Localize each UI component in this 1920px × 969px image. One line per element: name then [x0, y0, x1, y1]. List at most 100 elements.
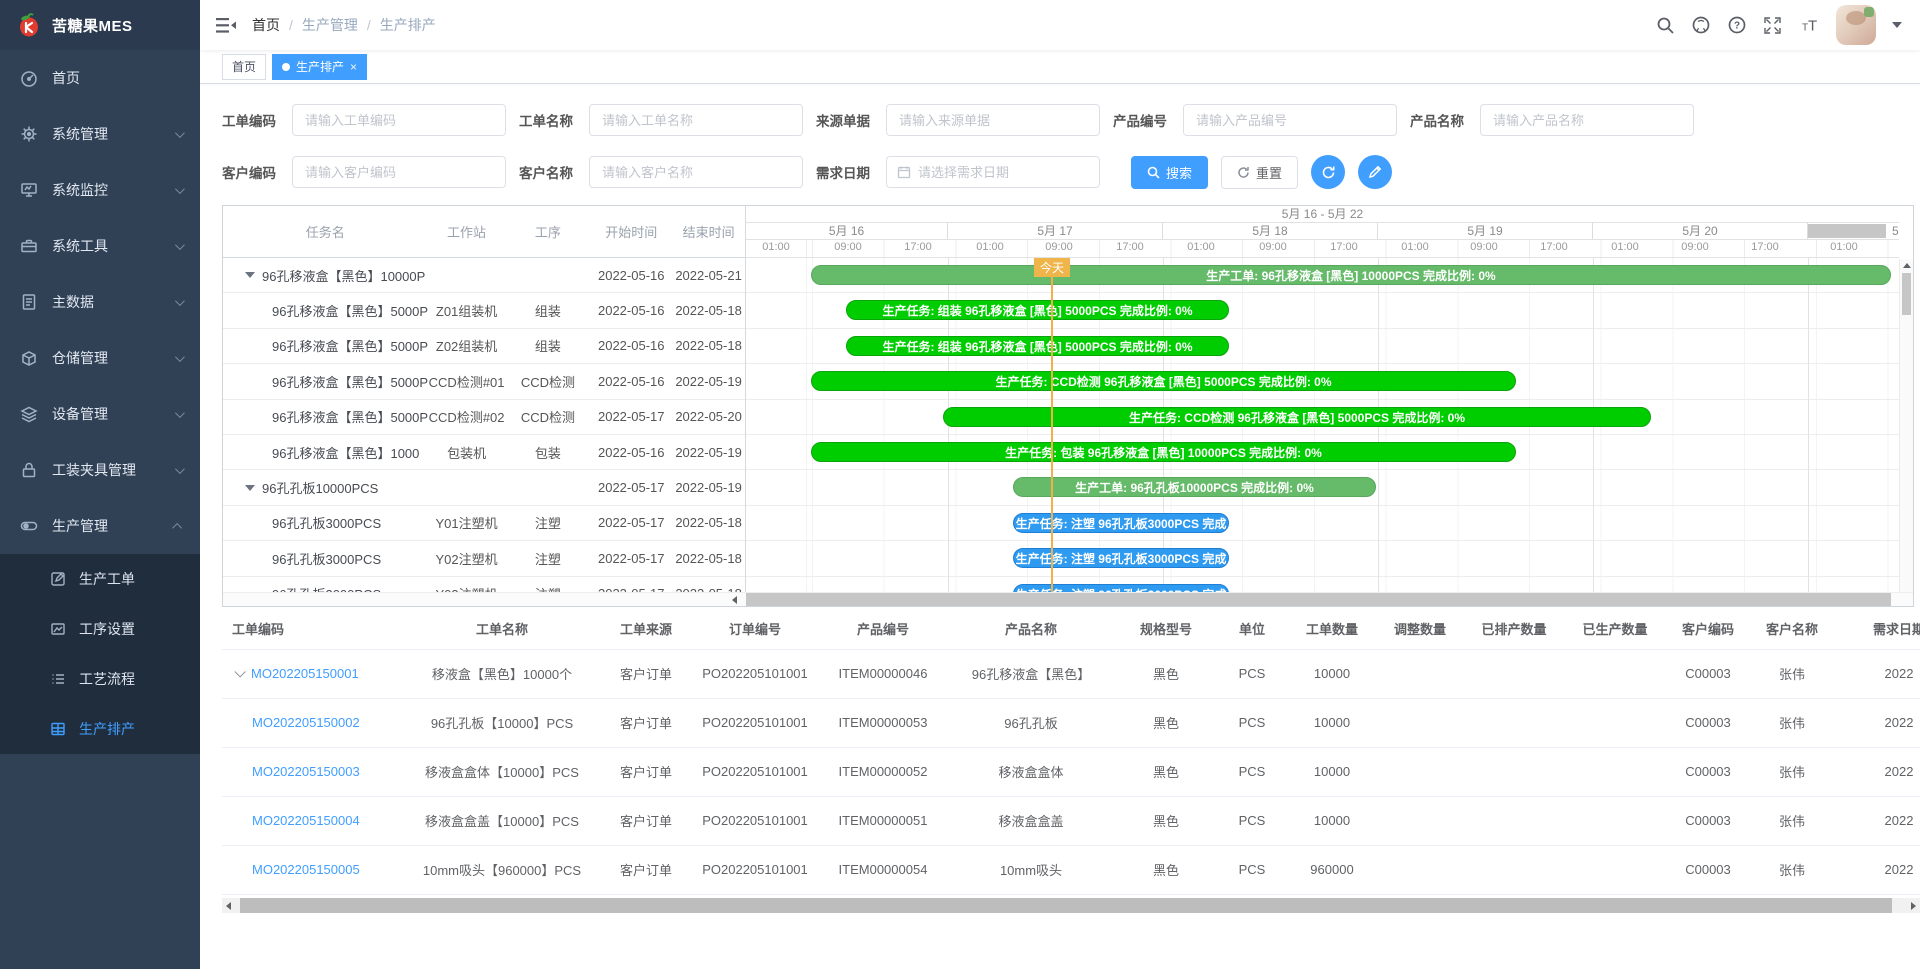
gantt-bar-task-selected[interactable]: 生产任务: 注塑 96孔孔板3000PCS 完成 — [1013, 548, 1229, 568]
filter-group-customer-code: 客户编码 — [222, 156, 506, 188]
table-row[interactable]: MO202205150004 移液盒盒盖【10000】PCS客户订单PO2022… — [222, 796, 1920, 845]
gantt-bar-task[interactable]: 生产任务: 组装 96孔移液盒 [黑色] 5000PCS 完成比例: 0% — [846, 336, 1229, 356]
day-cell-partial: 5 — [1892, 224, 1899, 238]
gantt-bar-task[interactable]: 生产任务: 包装 96孔移液盒 [黑色] 10000PCS 完成比例: 0% — [811, 442, 1516, 462]
gantt-bar-task[interactable]: 生产任务: CCD检测 96孔移液盒 [黑色] 5000PCS 完成比例: 0% — [811, 371, 1516, 391]
customer-name-input[interactable] — [589, 156, 803, 188]
sidebar-item-label: 仓储管理 — [52, 348, 108, 368]
gantt-grid-row[interactable]: 96孔移液盒【黑色】5000P Z01组装机组装 2022-05-162022-… — [223, 293, 745, 328]
day-cell: 5月 16 — [746, 223, 948, 239]
work-order-code-input[interactable] — [292, 104, 506, 136]
sidebar-item-label: 系统管理 — [52, 124, 108, 144]
gantt-grid-row[interactable]: 96孔移液盒【黑色】5000P CCD检测#02CCD检测 2022-05-17… — [223, 400, 745, 435]
sidebar-item-label: 工序设置 — [79, 619, 135, 639]
sidebar-item-scheduling[interactable]: 生产排产 — [0, 704, 200, 754]
breadcrumb-home[interactable]: 首页 — [252, 15, 280, 35]
table-row[interactable]: MO202205150002 96孔孔板【10000】PCS客户订单PO2022… — [222, 698, 1920, 747]
gantt-horizontal-scrollbar[interactable] — [223, 592, 1913, 606]
search-button[interactable]: 搜索 — [1131, 156, 1208, 189]
col-adjusted-qty: 调整数量 — [1376, 609, 1464, 649]
gantt-bar-task[interactable]: 生产任务: 组装 96孔移液盒 [黑色] 5000PCS 完成比例: 0% — [846, 300, 1229, 320]
gantt-grid-row[interactable]: 96孔孔板3000PCS Y02注塑机注塑 2022-05-172022-05-… — [223, 541, 745, 576]
edit-icon — [50, 571, 66, 587]
customer-code-input[interactable] — [292, 156, 506, 188]
navbar: 首页 / 生产管理 / 生产排产 ? TT — [200, 0, 1920, 50]
edit-button[interactable] — [1358, 155, 1392, 189]
scroll-left-icon[interactable] — [732, 596, 737, 604]
sidebar-item-process-flow[interactable]: 工艺流程 — [0, 654, 200, 704]
demand-date-picker[interactable] — [886, 156, 1100, 188]
sidebar-item-system-mgmt[interactable]: 系统管理 — [0, 106, 200, 162]
scrollbar-thumb[interactable] — [1902, 273, 1911, 315]
work-order-link[interactable]: MO202205150005 — [252, 862, 360, 877]
gantt-grid-row[interactable]: 96孔孔板10000PCS 2022-05-172022-05-19 — [223, 470, 745, 505]
work-order-name-input[interactable] — [589, 104, 803, 136]
sidebar-item-production[interactable]: 生产管理 — [0, 498, 200, 554]
demand-date-input[interactable] — [918, 165, 1089, 180]
work-order-link[interactable]: MO202205150004 — [252, 813, 360, 828]
font-size-icon[interactable]: TT — [1798, 16, 1820, 34]
close-icon[interactable]: × — [350, 61, 357, 73]
sidebar-item-work-order[interactable]: 生产工单 — [0, 554, 200, 604]
gantt-grid-row[interactable]: 96孔移液盒【黑色】10000P 2022-05-162022-05-21 — [223, 258, 745, 293]
table-row[interactable]: MO202205150003 移液盒盒体【10000】PCS客户订单PO2022… — [222, 747, 1920, 796]
breadcrumb-production[interactable]: 生产管理 — [302, 15, 358, 35]
tab-home[interactable]: 首页 — [222, 54, 266, 80]
table-horizontal-scrollbar[interactable] — [222, 898, 1920, 913]
field-label: 来源单据 — [816, 110, 876, 130]
tab-scheduling[interactable]: 生产排产 × — [272, 54, 367, 80]
gantt-grid-row[interactable]: 96孔移液盒【黑色】1000 包装机包装 2022-05-162022-05-1… — [223, 435, 745, 470]
gantt-grid-row[interactable]: 96孔移液盒【黑色】5000P Z02组装机组装 2022-05-162022-… — [223, 329, 745, 364]
gantt-bar-work-order[interactable]: 生产工单: 96孔孔板10000PCS 完成比例: 0% — [1013, 477, 1376, 497]
github-icon[interactable] — [1691, 15, 1711, 35]
table-row[interactable]: MO202205150001 移液盒【黑色】10000个客户订单PO202205… — [222, 649, 1920, 698]
collapse-icon[interactable] — [245, 485, 255, 491]
expand-row-icon[interactable] — [234, 666, 245, 677]
help-icon[interactable]: ? — [1727, 15, 1747, 35]
work-order-link[interactable]: MO202205150001 — [251, 666, 359, 681]
source-doc-input[interactable] — [886, 104, 1100, 136]
scroll-left-icon[interactable] — [226, 902, 231, 910]
sidebar-item-system-tools[interactable]: 系统工具 — [0, 218, 200, 274]
box-icon — [20, 349, 38, 367]
tags-view-bar: 首页 生产排产 × — [200, 50, 1920, 84]
scroll-right-icon[interactable] — [1911, 902, 1916, 910]
product-code-input[interactable] — [1183, 104, 1397, 136]
product-name-input[interactable] — [1480, 104, 1694, 136]
collapse-icon[interactable] — [245, 272, 255, 278]
gantt-grid-row[interactable]: 96孔孔板3000PCS Y01注塑机注塑 2022-05-172022-05-… — [223, 506, 745, 541]
sidebar-item-home[interactable]: 首页 — [0, 50, 200, 106]
gantt-vertical-scrollbar[interactable] — [1899, 259, 1913, 592]
sidebar-item-process-settings[interactable]: 工序设置 — [0, 604, 200, 654]
gantt-bar-work-order[interactable]: 生产工单: 96孔移液盒 [黑色] 10000PCS 完成比例: 0% — [811, 265, 1891, 285]
scroll-up-icon[interactable] — [1903, 263, 1911, 268]
sidebar-item-master-data[interactable]: 主数据 — [0, 274, 200, 330]
sidebar-item-warehouse[interactable]: 仓储管理 — [0, 330, 200, 386]
gantt-bar-task[interactable]: 生产任务: CCD检测 96孔移液盒 [黑色] 5000PCS 完成比例: 0% — [943, 407, 1651, 427]
sidebar-item-label: 工艺流程 — [79, 669, 135, 689]
reset-button[interactable]: 重置 — [1221, 156, 1298, 189]
fullscreen-icon[interactable] — [1763, 16, 1782, 35]
search-icon[interactable] — [1656, 16, 1675, 35]
sidebar-item-system-monitor[interactable]: 系统监控 — [0, 162, 200, 218]
dashboard-icon — [20, 69, 38, 87]
work-order-link[interactable]: MO202205150003 — [252, 764, 360, 779]
breadcrumb-scheduling[interactable]: 生产排产 — [380, 15, 436, 35]
scrollbar-thumb[interactable] — [746, 593, 1891, 606]
sidebar-item-fixtures[interactable]: 工装夹具管理 — [0, 442, 200, 498]
sidebar: 苦糖果MES 首页 系统管理 系统监控 系统工具 主数据 仓储管理 — [0, 0, 200, 969]
work-order-link[interactable]: MO202205150002 — [252, 715, 360, 730]
filter-row-2: 客户编码 客户名称 需求日期 搜索 重置 — [222, 155, 1392, 189]
gantt-bar-task-selected[interactable]: 生产任务: 注塑 96孔孔板3000PCS 完成 — [1013, 513, 1229, 533]
sidebar-item-equipment[interactable]: 设备管理 — [0, 386, 200, 442]
scrollbar-thumb[interactable] — [240, 898, 1892, 913]
table-row[interactable]: MO202205150005 10mm吸头【960000】PCS客户订单PO20… — [222, 845, 1920, 894]
refresh-button[interactable] — [1311, 155, 1345, 189]
hamburger-icon[interactable] — [216, 17, 236, 34]
avatar[interactable] — [1836, 5, 1876, 45]
chevron-down-icon — [175, 296, 185, 306]
timeline-scroll-block[interactable] — [1808, 224, 1886, 238]
caret-down-icon[interactable] — [1892, 22, 1902, 28]
gantt-grid-row[interactable]: 96孔移液盒【黑色】5000P CCD检测#01CCD检测 2022-05-16… — [223, 364, 745, 399]
sidebar-item-label: 主数据 — [52, 292, 94, 312]
